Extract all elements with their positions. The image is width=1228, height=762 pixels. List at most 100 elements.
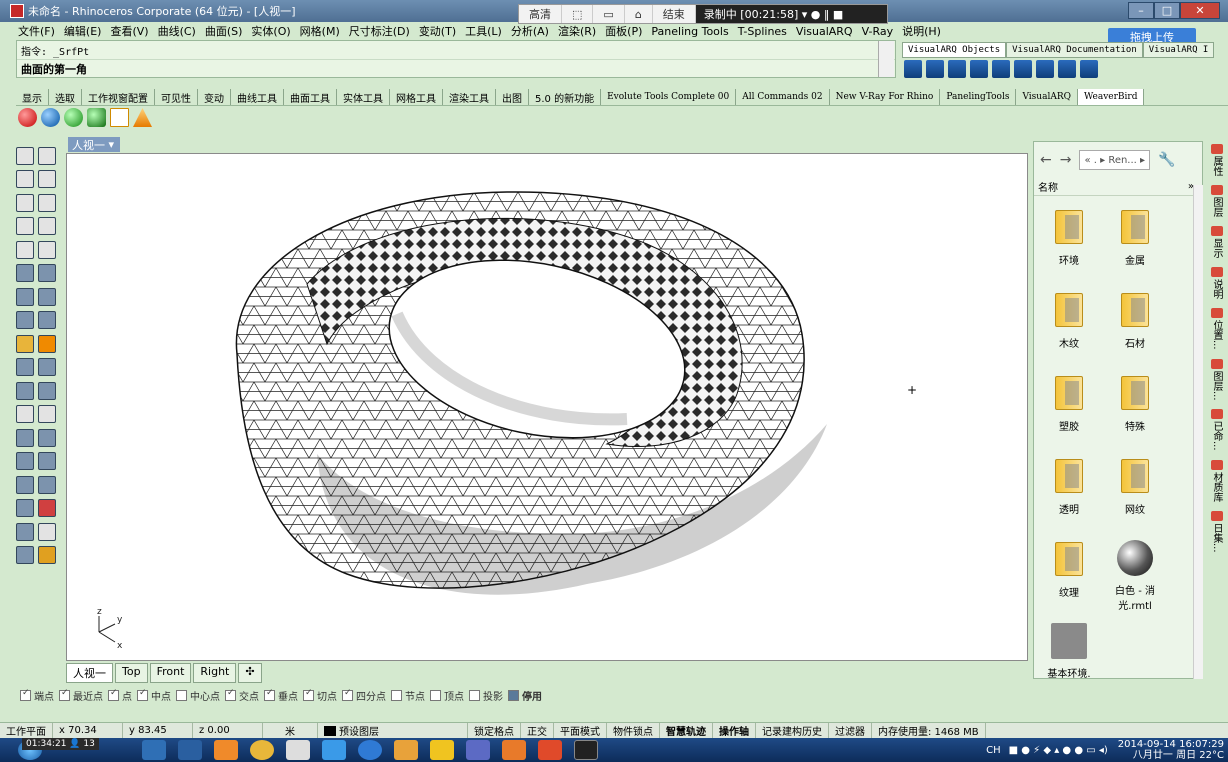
fillet-curve-icon[interactable]: [38, 240, 56, 259]
menu-item[interactable]: 查看(V): [110, 23, 148, 39]
osnap-checkbox[interactable]: [59, 688, 70, 701]
menu-item[interactable]: 网格(M): [300, 23, 340, 39]
chamfer-icon[interactable]: [38, 405, 56, 424]
viewport-tab[interactable]: Right: [193, 663, 237, 683]
toolbar-tab[interactable]: WeaverBird: [1078, 89, 1145, 105]
trim-icon[interactable]: [16, 358, 34, 377]
taskbar-app-icon[interactable]: [574, 740, 598, 760]
language-indicator[interactable]: CH: [986, 745, 1001, 756]
osnap-checkbox[interactable]: [508, 689, 519, 701]
array-icon[interactable]: [16, 452, 34, 471]
fillet-icon[interactable]: [16, 405, 34, 424]
wall-icon[interactable]: [904, 60, 922, 78]
toolbar-tab[interactable]: 实体工具: [337, 89, 390, 105]
menu-item[interactable]: 尺寸标注(D): [349, 23, 410, 39]
layer-icon[interactable]: [38, 381, 56, 400]
sphere-icon[interactable]: [38, 287, 56, 306]
osnap-checkbox[interactable]: [108, 688, 119, 701]
osnap-checkbox[interactable]: [430, 689, 441, 701]
grid-icon[interactable]: [16, 499, 34, 518]
render-shade-icon[interactable]: [16, 546, 34, 565]
toolbar-tab[interactable]: 曲线工具: [231, 89, 284, 105]
cylinder-icon[interactable]: [16, 311, 34, 330]
recorder-window-icon[interactable]: ▭: [593, 5, 625, 23]
mesh-icon[interactable]: [38, 311, 56, 330]
side-tab[interactable]: 说明: [1210, 267, 1223, 299]
osnap-checkbox[interactable]: [469, 689, 480, 701]
check-icon[interactable]: [38, 522, 56, 541]
roof-icon[interactable]: [1080, 60, 1098, 78]
osnap-checkbox[interactable]: [303, 688, 314, 701]
status-toggle[interactable]: 物件锁点: [607, 723, 660, 738]
side-tab[interactable]: 图层: [1210, 185, 1223, 217]
menu-item[interactable]: VisualARQ: [796, 25, 853, 38]
osnap-option[interactable]: 停用: [508, 688, 542, 703]
menu-item[interactable]: 渲染(R): [558, 23, 596, 39]
tray-icons[interactable]: ■ ● ⚡ ◆ ▴ ● ● ▭ ◂): [1009, 745, 1108, 756]
stair-icon[interactable]: [1014, 60, 1032, 78]
toolbar-tab[interactable]: 工作视窗配置: [82, 89, 155, 105]
light-tool-icon[interactable]: [38, 546, 56, 565]
recorder-end-button[interactable]: 结束: [653, 5, 696, 23]
taskbar-app-icon[interactable]: [430, 740, 454, 760]
osnap-option[interactable]: 交点: [225, 688, 259, 703]
menu-item[interactable]: 文件(F): [18, 23, 55, 39]
osnap-checkbox[interactable]: [20, 688, 31, 701]
material-item[interactable]: 塑胶: [1038, 370, 1100, 447]
split-icon[interactable]: [38, 358, 56, 377]
status-toggle[interactable]: 平面模式: [554, 723, 607, 738]
panel-path[interactable]: « . ▸ Ren... ▸: [1079, 150, 1151, 170]
osnap-checkbox[interactable]: [264, 688, 275, 701]
panel-scrollbar[interactable]: [1193, 185, 1203, 679]
taskbar-app-icon[interactable]: [142, 740, 166, 760]
osnap-option[interactable]: 切点: [303, 688, 337, 703]
plugin-tab[interactable]: VisualARQ I: [1142, 42, 1215, 58]
toolbar-tab[interactable]: 网格工具: [390, 89, 443, 105]
osnap-checkbox[interactable]: [342, 688, 353, 701]
circle-icon[interactable]: [16, 193, 34, 212]
side-tab[interactable]: 日集...: [1210, 510, 1223, 552]
clock[interactable]: 2014-09-14 16:07:29 八月廿一 周日 22°C: [1118, 739, 1224, 761]
group-icon[interactable]: [16, 381, 34, 400]
side-tab[interactable]: 显示: [1210, 226, 1223, 258]
command-area[interactable]: 指令: _SrfPt 曲面的第一角: [16, 40, 896, 78]
material-item[interactable]: 金属: [1104, 204, 1166, 281]
menu-item[interactable]: Paneling Tools: [651, 25, 728, 38]
polygon-icon[interactable]: [16, 240, 34, 259]
viewport-title[interactable]: 人视一 ▾: [68, 137, 120, 152]
toolbar-tab[interactable]: PanelingTools: [940, 89, 1017, 105]
toolbar-tab[interactable]: 曲面工具: [284, 89, 337, 105]
arc-icon[interactable]: [16, 217, 34, 236]
side-tab[interactable]: 图层...: [1210, 358, 1223, 400]
wrench-icon[interactable]: 🔧: [1158, 152, 1175, 168]
menu-item[interactable]: 曲线(C): [158, 23, 196, 39]
toolbar-tab[interactable]: 5.0 的新功能: [529, 89, 602, 105]
extrude-icon[interactable]: [38, 264, 56, 283]
viewport-canvas[interactable]: + z y x: [67, 154, 1028, 661]
command-scrollbar[interactable]: [878, 41, 894, 77]
material-item[interactable]: 环境: [1038, 204, 1100, 281]
menu-item[interactable]: V-Ray: [862, 25, 894, 38]
render-preview-icon[interactable]: [41, 108, 60, 127]
door-icon[interactable]: [970, 60, 988, 78]
taskbar-app-icon[interactable]: [466, 740, 490, 760]
recorder-region-icon[interactable]: ⬚: [562, 5, 594, 23]
railing-icon[interactable]: [1036, 60, 1054, 78]
taskbar-app-icon[interactable]: [322, 740, 346, 760]
material-item[interactable]: 透明: [1038, 453, 1100, 530]
command-prompt[interactable]: 曲面的第一角: [17, 59, 895, 77]
dimension-icon[interactable]: [38, 475, 56, 494]
panel-column-header[interactable]: 名称 »: [1034, 178, 1202, 196]
material-item[interactable]: 木纹: [1038, 287, 1100, 364]
chrome-icon[interactable]: [250, 740, 274, 760]
material-item[interactable]: 基本环境.: [1038, 619, 1100, 696]
explode-icon[interactable]: [38, 334, 56, 353]
surface-icon[interactable]: [16, 264, 34, 283]
taskbar-app-icon[interactable]: [178, 740, 202, 760]
toolbar-tab[interactable]: Evolute Tools Complete 00: [601, 89, 737, 105]
select-icon[interactable]: [16, 146, 34, 165]
recorder-quality[interactable]: 高清: [519, 5, 562, 23]
side-tab[interactable]: 已命...: [1210, 409, 1223, 451]
toolbar-tab[interactable]: 显示: [16, 89, 49, 105]
transform-icon[interactable]: [16, 475, 34, 494]
